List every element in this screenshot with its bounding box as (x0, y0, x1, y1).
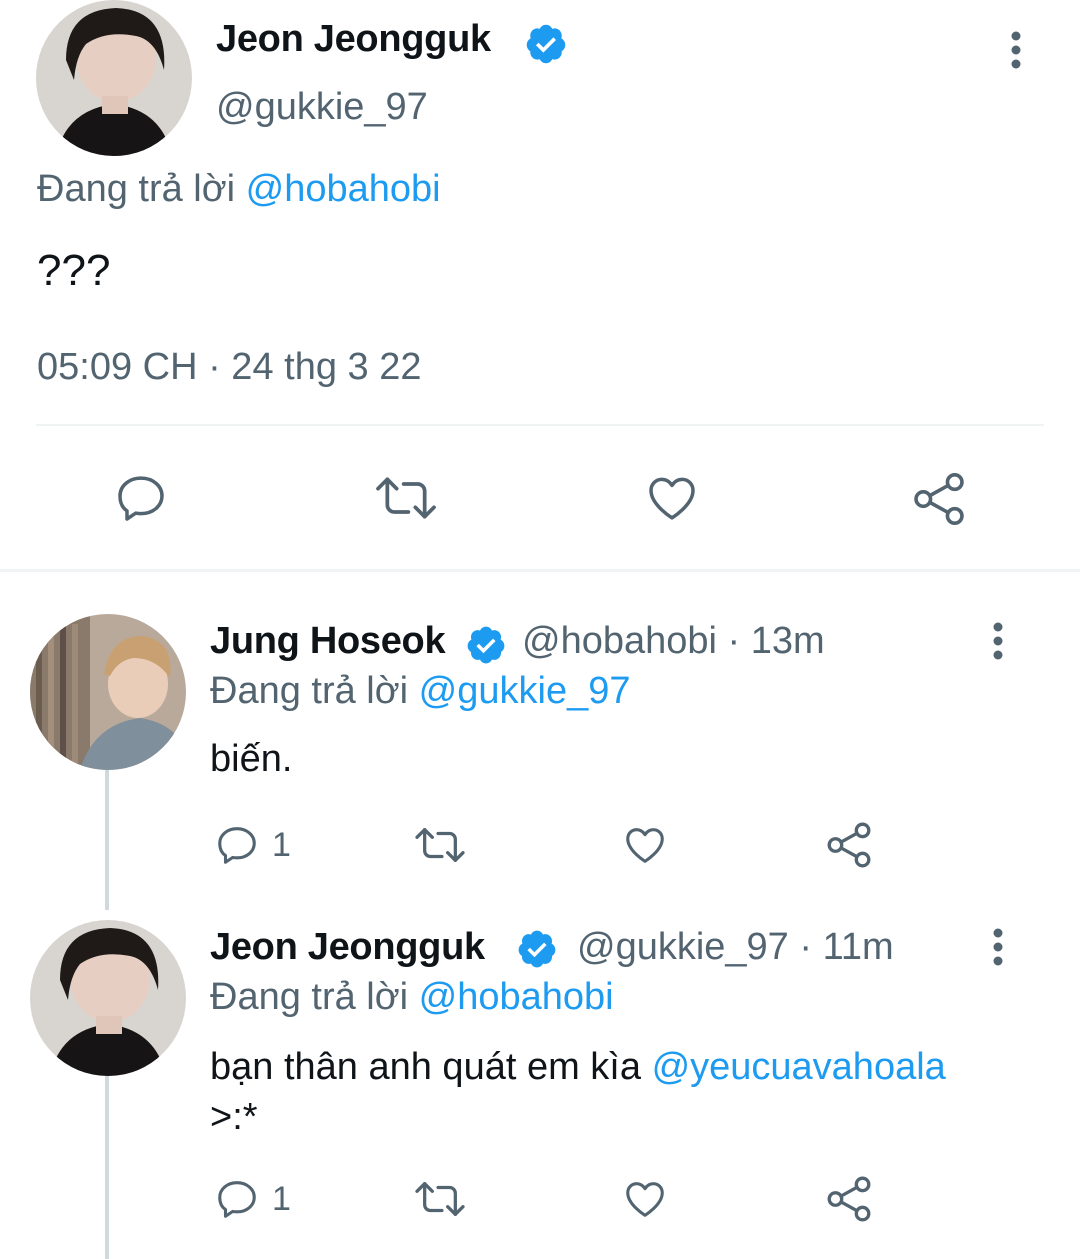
reply-avatar[interactable] (30, 920, 186, 1076)
share-icon (914, 473, 964, 525)
share-button[interactable] (910, 470, 968, 528)
main-handle[interactable]: @gukkie_97 (216, 86, 428, 129)
divider (36, 424, 1044, 426)
verified-badge-icon (526, 24, 566, 64)
tweet-timestamp[interactable]: 05:09 CH · 24 thg 3 22 (37, 346, 421, 389)
like-button[interactable] (642, 470, 702, 526)
reply-display-name[interactable]: Jeon Jeongguk (210, 926, 485, 968)
more-options-icon[interactable] (988, 622, 1008, 662)
share-icon (827, 822, 871, 868)
heart-icon (626, 828, 664, 863)
reply-button[interactable] (214, 822, 260, 868)
share-icon (827, 1176, 871, 1222)
reply-time[interactable]: · 11m (799, 926, 893, 968)
replying-to: Đang trả lời @hobahobi (210, 976, 614, 1019)
reply-button[interactable] (214, 1176, 260, 1222)
thread-connector (105, 770, 109, 910)
avatar-jeongguk-icon (30, 920, 186, 1076)
like-button[interactable] (620, 822, 670, 868)
replying-mention-link[interactable]: @gukkie_97 (419, 670, 631, 712)
reply-icon (218, 827, 256, 864)
retweet-icon (376, 477, 436, 519)
heart-icon (626, 1182, 664, 1217)
retweet-icon (415, 828, 465, 862)
reply-icon (118, 476, 164, 521)
share-button[interactable] (824, 820, 874, 870)
more-options-icon[interactable] (1006, 30, 1026, 72)
avatar-jeongguk-icon (36, 0, 192, 156)
reply-time[interactable]: · 13m (728, 620, 825, 662)
reply-avatar[interactable] (30, 614, 186, 770)
verified-badge-icon (467, 626, 505, 664)
retweet-button[interactable] (372, 470, 440, 526)
tweet-text: ??? (37, 246, 111, 295)
tweet-text-emote: >:* (210, 1096, 258, 1138)
reply-header: Jung Hoseok (210, 620, 446, 663)
main-avatar[interactable] (36, 0, 192, 156)
replying-to: Đang trả lời @gukkie_97 (210, 670, 631, 713)
reply-handle-time: @gukkie_97 · 11m (577, 926, 894, 969)
retweet-button[interactable] (412, 1176, 468, 1222)
replying-prefix: Đang trả lời (37, 168, 236, 210)
tweet-text: biến. (210, 738, 293, 780)
heart-icon (649, 477, 695, 520)
main-display-name[interactable]: Jeon Jeongguk (216, 18, 491, 61)
reply-header: Jeon Jeongguk (210, 926, 485, 969)
reply-handle[interactable]: @hobahobi (522, 620, 717, 662)
tweet-text: bạn thân anh quát em kìa @yeucuavahoala … (210, 1042, 1030, 1142)
replying-mention-link[interactable]: @hobahobi (246, 168, 441, 210)
section-divider (0, 569, 1080, 572)
like-button[interactable] (620, 1176, 670, 1222)
reply-button[interactable] (112, 470, 170, 526)
verified-badge-icon (518, 930, 556, 968)
share-button[interactable] (824, 1174, 874, 1224)
reply-handle-time: @hobahobi · 13m (522, 620, 825, 663)
thread-connector (105, 1076, 109, 1259)
retweet-button[interactable] (412, 822, 468, 868)
mention-link[interactable]: @yeucuavahoala (652, 1046, 946, 1088)
avatar-hoseok-icon (30, 614, 186, 770)
reply-handle[interactable]: @gukkie_97 (577, 926, 789, 968)
replying-prefix: Đang trả lời (210, 976, 409, 1018)
reply-icon (218, 1181, 256, 1218)
reply-count: 1 (272, 1180, 291, 1218)
replying-prefix: Đang trả lời (210, 670, 409, 712)
replying-to: Đang trả lời @hobahobi (37, 168, 441, 211)
tweet-text-body: bạn thân anh quát em kìa (210, 1046, 641, 1088)
retweet-icon (415, 1182, 465, 1216)
replying-mention-link[interactable]: @hobahobi (419, 976, 614, 1018)
reply-display-name[interactable]: Jung Hoseok (210, 620, 446, 662)
reply-count: 1 (272, 826, 291, 864)
more-options-icon[interactable] (988, 928, 1008, 968)
